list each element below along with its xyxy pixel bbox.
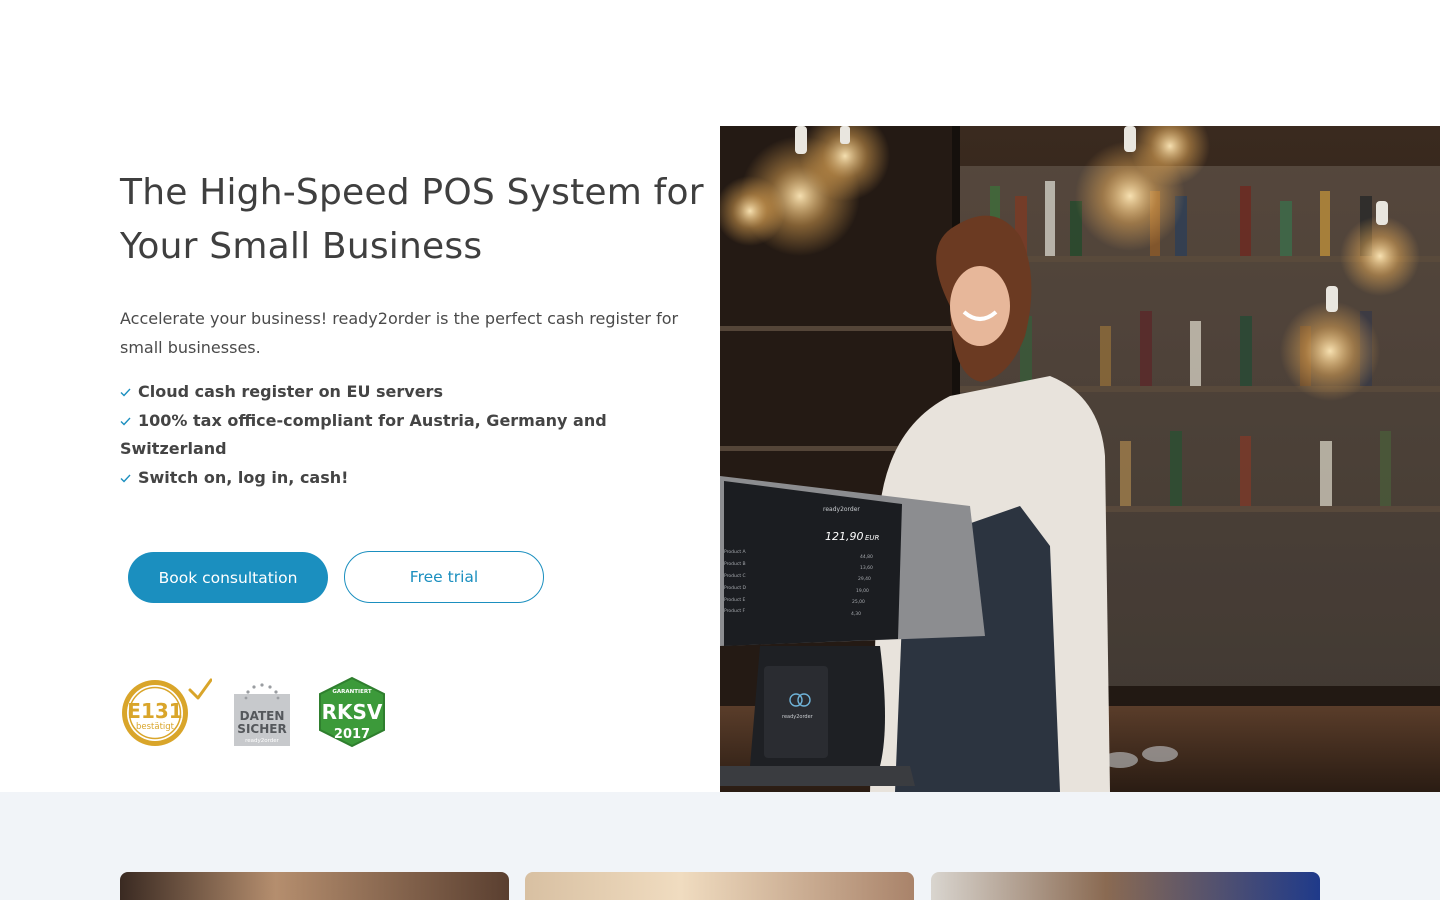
pos-item-price: 25,00 bbox=[852, 599, 865, 605]
hero-photo-bar-scene: ready2order 121,90 EUR Product A 44,80 P… bbox=[720, 126, 1440, 792]
feature-card-image[interactable] bbox=[525, 872, 914, 900]
feature-card-image[interactable] bbox=[120, 872, 509, 900]
hero-lead-text: Accelerate your business! ready2order is… bbox=[120, 309, 679, 357]
pos-brand-label: ready2order bbox=[823, 506, 860, 513]
feature-label: Cloud cash register on EU servers bbox=[138, 382, 443, 401]
feature-label: 100% tax office-compliant for Austria, G… bbox=[120, 410, 607, 459]
check-icon bbox=[120, 474, 131, 483]
feature-item: Switch on, log in, cash! bbox=[120, 464, 710, 493]
pos-item-name: Product D bbox=[724, 585, 747, 591]
e131-seal-text: E131 bbox=[127, 699, 182, 723]
pos-item-price: 19,00 bbox=[856, 588, 869, 594]
pos-total-amount: 121,90 bbox=[825, 530, 864, 543]
daten-sicher-line2: SICHER bbox=[237, 722, 286, 736]
rksv-seal-year: 2017 bbox=[334, 727, 370, 742]
pos-item-name: Product E bbox=[724, 597, 746, 603]
daten-sicher-seal: DATEN SICHER ready2order bbox=[234, 683, 290, 746]
bar-illustration: ready2order 121,90 EUR Product A 44,80 P… bbox=[720, 126, 1440, 792]
pos-item-price: 44,80 bbox=[860, 554, 873, 560]
pos-item-name: Product B bbox=[724, 561, 746, 567]
rksv-seal-text: RKSV bbox=[322, 700, 383, 724]
hero-text-block: The High-Speed POS System for Your Small… bbox=[120, 166, 710, 492]
book-consultation-button[interactable]: Book consultation bbox=[128, 552, 328, 603]
rksv-seal: GARANTIERT RKSV 2017 bbox=[319, 676, 385, 748]
top-navigation-bar bbox=[0, 0, 1440, 126]
pos-item-price: 4,30 bbox=[851, 611, 861, 617]
pos-item-name: Product C bbox=[724, 573, 746, 579]
pos-item-name: Product A bbox=[724, 549, 747, 555]
rksv-seal-toptext: GARANTIERT bbox=[332, 689, 371, 695]
feature-card-image[interactable] bbox=[931, 872, 1320, 900]
free-trial-button[interactable]: Free trial bbox=[344, 551, 544, 603]
pos-item-name: Product F bbox=[724, 608, 746, 614]
pos-item-price: 29,40 bbox=[858, 576, 871, 582]
daten-sicher-subtext: ready2order bbox=[245, 738, 280, 744]
feature-item: Cloud cash register on EU servers bbox=[120, 378, 710, 407]
daten-sicher-line1: DATEN bbox=[240, 709, 285, 723]
check-icon bbox=[120, 388, 131, 397]
pos-item-price: 13,60 bbox=[860, 565, 873, 571]
e131-seal-subtext: bestätigt bbox=[136, 722, 175, 732]
check-icon bbox=[120, 417, 131, 426]
feature-label: Switch on, log in, cash! bbox=[138, 467, 349, 487]
feature-item: 100% tax office-compliant for Austria, G… bbox=[120, 407, 710, 464]
hero-title: The High-Speed POS System for Your Small… bbox=[120, 172, 704, 267]
feature-list: Cloud cash register on EU servers 100% t… bbox=[120, 378, 710, 492]
pos-total-currency: EUR bbox=[865, 534, 880, 542]
device-brand-label: ready2order bbox=[782, 714, 814, 720]
e131-seal: E131 bestätigt bbox=[122, 678, 212, 746]
